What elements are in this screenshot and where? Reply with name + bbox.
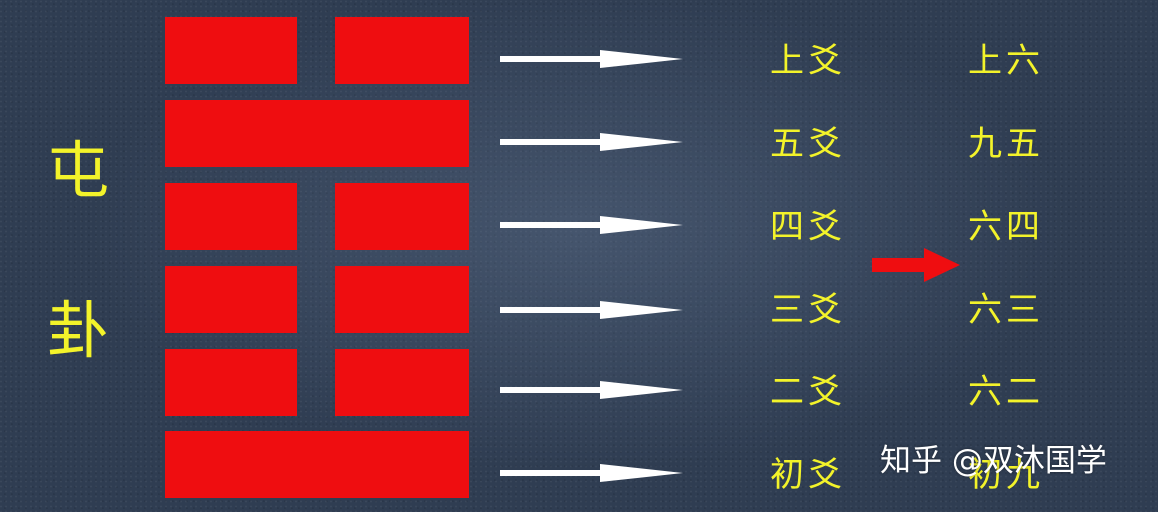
- yin-segment-left: [165, 266, 297, 333]
- yin-segment-right: [335, 183, 469, 250]
- arrow-right-icon: [500, 50, 683, 68]
- position-name-label: 五爻: [770, 124, 846, 164]
- hexagram-line-fifth: [165, 100, 469, 167]
- yin-segment-left: [165, 349, 297, 416]
- arrow-right-icon: [500, 301, 683, 319]
- line-name-label: 六三: [968, 290, 1044, 330]
- line-name-label: 六四: [968, 207, 1044, 247]
- yin-segment-right: [335, 17, 469, 84]
- position-name-label: 上爻: [770, 41, 846, 81]
- position-name-label: 四爻: [770, 207, 846, 247]
- yin-segment-right: [335, 349, 469, 416]
- arrow-right-icon: [500, 133, 683, 151]
- yin-segment-left: [165, 17, 297, 84]
- yang-segment: [165, 100, 469, 167]
- red-arrow-right-icon: [872, 248, 960, 282]
- line-name-label: 上六: [968, 41, 1044, 81]
- arrow-right-icon: [500, 216, 683, 234]
- hexagram-line-initial: [165, 431, 469, 498]
- position-name-label: 三爻: [770, 290, 846, 330]
- line-name-label: 六二: [968, 372, 1044, 412]
- yang-segment: [165, 431, 469, 498]
- line-name-label: 九五: [968, 124, 1044, 164]
- hexagram-title-char-2: 卦: [46, 294, 109, 367]
- hexagram-title-char-1: 屯: [46, 134, 109, 207]
- arrow-right-icon: [500, 464, 683, 482]
- arrow-right-icon: [500, 381, 683, 399]
- hexagram-line-second: [165, 349, 469, 416]
- yin-segment-right: [335, 266, 469, 333]
- watermark-text: 知乎 @双沐国学: [880, 443, 1107, 479]
- position-name-label: 二爻: [770, 372, 846, 412]
- yin-segment-left: [165, 183, 297, 250]
- hexagram-line-top: [165, 17, 469, 84]
- hexagram-line-fourth: [165, 183, 469, 250]
- position-name-label: 初爻: [770, 455, 846, 495]
- hexagram-line-third: [165, 266, 469, 333]
